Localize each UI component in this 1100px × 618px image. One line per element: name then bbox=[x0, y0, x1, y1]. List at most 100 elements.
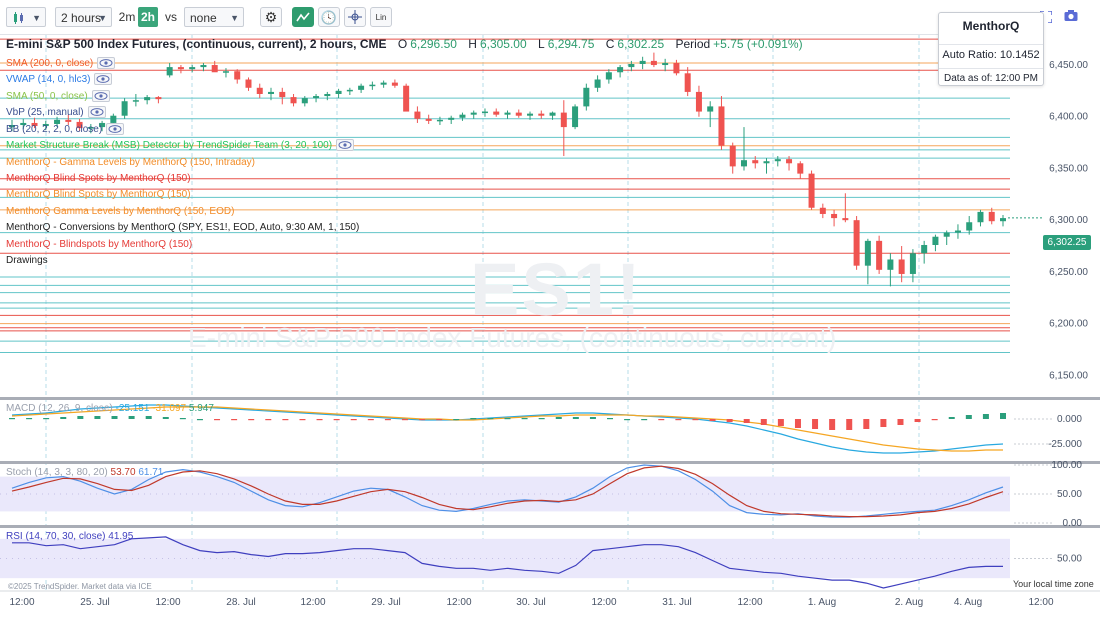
indicator-label: VWAP (14, 0, hlc3) bbox=[6, 74, 91, 85]
stoch-d-value: 61.71 bbox=[138, 467, 164, 478]
candle-body bbox=[763, 161, 770, 164]
indicator-tick-label: -25.000 bbox=[1048, 439, 1082, 450]
menthorq-infobox: MenthorQ Auto Ratio: 10.1452 Data as of:… bbox=[938, 12, 1044, 86]
candle-body bbox=[132, 100, 139, 102]
stoch-label: Stoch (14, 3, 3, 80, 20) bbox=[6, 467, 108, 478]
eye-icon[interactable] bbox=[106, 123, 125, 136]
candle-body bbox=[808, 173, 815, 208]
symbol-title: E-mini S&P 500 Index Futures, (continuou… bbox=[6, 37, 387, 51]
candle-body bbox=[234, 71, 241, 80]
eye-icon[interactable] bbox=[91, 90, 110, 103]
rsi-value: 41.95 bbox=[108, 531, 134, 542]
indicator-legend-row[interactable]: MenthorQ - Gamma Levels by MenthorQ (150… bbox=[6, 156, 255, 169]
auto-ratio: Auto Ratio: 10.1452 bbox=[939, 44, 1043, 61]
indicator-legend-row[interactable]: MenthorQ - Blindspots by MenthorQ (150) bbox=[6, 238, 192, 251]
indicator-legend-row[interactable]: MenthorQ - Conversions by MenthorQ (SPY,… bbox=[6, 221, 359, 234]
histogram-bar bbox=[504, 418, 511, 420]
candle-body bbox=[279, 91, 286, 98]
candle-body bbox=[313, 96, 320, 99]
time-tick-label: 28. Jul bbox=[226, 597, 255, 608]
compare-dropdown[interactable]: none ▼ bbox=[184, 7, 244, 27]
histogram-bar bbox=[589, 417, 596, 419]
indicator-label: VbP (25, manual) bbox=[6, 107, 84, 118]
chevron-down-icon: ▼ bbox=[230, 13, 239, 23]
candle-body bbox=[695, 91, 702, 112]
indicator-legend-row[interactable]: SMA (200, 0, close) bbox=[6, 57, 116, 70]
candle-body bbox=[842, 218, 849, 221]
candle-body bbox=[549, 112, 556, 116]
candle-body bbox=[65, 119, 72, 122]
indicator-legend-row[interactable]: SMA (50, 0, close) bbox=[6, 90, 110, 103]
indicator-legend-row[interactable]: BB (20, 2, 2, 0, close) bbox=[6, 123, 125, 136]
indicator-legend-row[interactable]: MenthorQ Blind Spots by MenthorQ (150) bbox=[6, 172, 191, 185]
price-tick-label: 6,200.00 bbox=[1049, 319, 1088, 330]
candle-body bbox=[177, 67, 184, 70]
histogram-bar bbox=[675, 419, 682, 421]
price-tick-label: 6,450.00 bbox=[1049, 60, 1088, 71]
watermark-symbol: ES1! bbox=[470, 248, 643, 331]
indicator-tick-label: 0.000 bbox=[1057, 414, 1082, 425]
macd-signal-value: -31.097 bbox=[152, 403, 187, 414]
candle-body bbox=[110, 115, 117, 123]
quick-interval-2m[interactable]: 2m bbox=[117, 7, 137, 27]
settings-button[interactable]: ⚙ bbox=[260, 7, 282, 27]
rsi-pane: 50.00 bbox=[0, 536, 1082, 589]
histogram-bar bbox=[43, 418, 50, 420]
histogram-bar bbox=[384, 419, 391, 421]
high-value: 6,305.00 bbox=[479, 37, 527, 51]
time-tick-label: 12:00 bbox=[446, 597, 471, 608]
log-scale-button[interactable]: Lin bbox=[370, 7, 392, 27]
time-tick-label: 12:00 bbox=[1028, 597, 1053, 608]
histogram-bar bbox=[948, 417, 955, 419]
rsi-legend[interactable]: RSI (14, 70, 30, close) 41.95 bbox=[6, 531, 133, 542]
last-price-tag: 6,302.25 bbox=[1043, 235, 1091, 250]
stoch-legend[interactable]: Stoch (14, 3, 3, 80, 20) 53.70 61.71 bbox=[6, 467, 163, 478]
candle-body bbox=[560, 112, 567, 128]
histogram-bar bbox=[26, 418, 33, 420]
candle-body bbox=[572, 106, 579, 128]
indicator-legend-row[interactable]: VbP (25, manual) bbox=[6, 106, 106, 119]
indicator-legend-row[interactable]: Market Structure Break (MSB) Detector by… bbox=[6, 139, 355, 152]
histogram-bar bbox=[333, 419, 340, 421]
macd-legend[interactable]: MACD (12, 26, 9, close) -25.151 -31.097 … bbox=[6, 403, 214, 414]
pane-separator bbox=[0, 397, 1100, 400]
macd-value: -25.151 bbox=[115, 403, 150, 414]
candle-body bbox=[887, 259, 894, 270]
candle-body bbox=[144, 97, 151, 101]
candle-body bbox=[583, 87, 590, 107]
candle-body bbox=[831, 213, 838, 219]
price-tick-label: 6,350.00 bbox=[1049, 163, 1088, 174]
candle-body bbox=[211, 65, 218, 73]
histogram-bar bbox=[214, 419, 221, 421]
histogram-bar bbox=[692, 419, 699, 421]
histogram-bar bbox=[931, 419, 938, 421]
price-tick-label: 6,250.00 bbox=[1049, 267, 1088, 278]
indicator-label: MenthorQ Gamma Levels by MenthorQ (150, … bbox=[6, 206, 235, 217]
high-label: H bbox=[468, 37, 477, 51]
indicator-tick-label: 50.00 bbox=[1057, 554, 1082, 565]
indicator-legend-row[interactable]: VWAP (14, 0, hlc3) bbox=[6, 73, 113, 86]
eye-icon[interactable] bbox=[97, 57, 116, 70]
indicator-legend-row[interactable]: MenthorQ Gamma Levels by MenthorQ (150, … bbox=[6, 205, 234, 218]
quick-interval-2h[interactable]: 2h bbox=[138, 7, 158, 27]
eye-icon[interactable] bbox=[87, 106, 106, 119]
interval-dropdown[interactable]: 2 hours ▼ bbox=[55, 7, 112, 27]
chevron-down-icon: ▼ bbox=[32, 13, 41, 23]
histogram-bar bbox=[179, 418, 186, 420]
crosshair-button[interactable] bbox=[344, 7, 366, 27]
indicator-legend-row[interactable]: MenthorQ Blind Spots by MenthorQ (150) bbox=[6, 188, 191, 201]
histogram-bar bbox=[453, 419, 460, 421]
clock-icon: 🕓 bbox=[320, 10, 338, 25]
candle-body bbox=[786, 159, 793, 164]
candle-body bbox=[819, 207, 826, 214]
auto-analysis-button[interactable] bbox=[292, 7, 314, 27]
histogram-bar bbox=[401, 419, 408, 421]
replay-button[interactable]: 🕓 bbox=[318, 7, 340, 27]
scale-mode-label: Lin bbox=[375, 13, 387, 22]
snapshot-button[interactable] bbox=[1064, 9, 1078, 22]
rsi-label: RSI (14, 70, 30, close) bbox=[6, 531, 106, 542]
chart-type-dropdown[interactable]: ▼ bbox=[6, 7, 46, 27]
eye-icon[interactable] bbox=[94, 73, 113, 86]
indicator-legend-row[interactable]: Drawings bbox=[6, 254, 48, 267]
eye-icon[interactable] bbox=[336, 139, 355, 152]
